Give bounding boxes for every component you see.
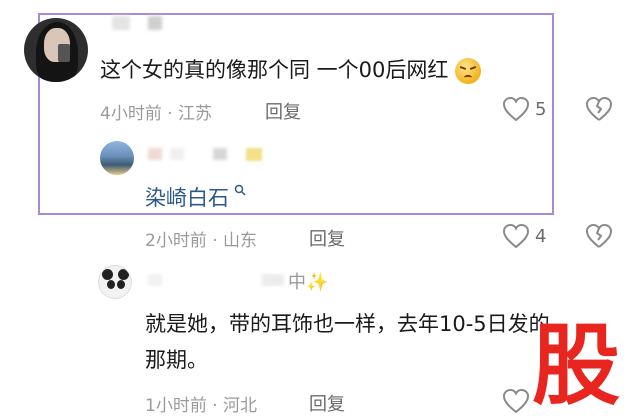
watermark-logo: 股 <box>531 314 620 417</box>
username-blurred[interactable] <box>112 16 130 30</box>
dislike-button[interactable] <box>585 223 613 249</box>
comment-text: 这个女的真的像那个同 一个00后网红 <box>100 56 482 84</box>
search-icon <box>234 184 246 196</box>
comment-meta: 2小时前 · 山东 <box>145 231 258 251</box>
reply-button[interactable]: 回复 <box>309 390 345 416</box>
username-blurred[interactable] <box>246 148 262 161</box>
avatar[interactable] <box>100 141 134 175</box>
like-count: 5 <box>535 99 547 120</box>
like-button[interactable] <box>502 96 530 122</box>
username-blurred[interactable] <box>170 148 184 160</box>
heart-icon <box>502 388 530 414</box>
mention-link[interactable]: 染崎白石 <box>145 182 246 212</box>
avatar[interactable] <box>98 265 132 299</box>
comment-meta: 1小时前 · 河北 <box>145 396 258 416</box>
dislike-button[interactable] <box>585 96 613 122</box>
username-blurred[interactable] <box>213 148 227 160</box>
broken-heart-icon <box>585 223 613 248</box>
mention-text[interactable]: 染崎白石 <box>145 186 229 210</box>
username-blurred[interactable] <box>148 148 162 160</box>
reply-button[interactable]: 回复 <box>309 225 345 251</box>
username-blurred[interactable] <box>262 274 284 286</box>
like-button[interactable] <box>502 388 530 414</box>
comment-text: 就是她，带的耳饰也一样，去年10-5日发的 <box>145 312 550 336</box>
angry-face-icon <box>455 58 482 84</box>
username-blurred[interactable] <box>148 274 162 286</box>
avatar[interactable] <box>24 18 88 82</box>
username-blurred[interactable] <box>148 16 162 30</box>
heart-icon <box>502 223 530 249</box>
username-suffix[interactable]: 中✨ <box>288 268 328 294</box>
reply-button[interactable]: 回复 <box>265 98 301 124</box>
comment-text-body: 这个女的真的像那个同 一个00后网红 <box>100 58 449 82</box>
like-button[interactable] <box>502 223 530 249</box>
heart-icon <box>502 96 530 122</box>
broken-heart-icon <box>585 96 613 121</box>
comment-meta: 4小时前 · 江苏 <box>100 104 213 124</box>
like-count: 4 <box>535 226 547 247</box>
comment-text: 那期。 <box>145 348 208 372</box>
